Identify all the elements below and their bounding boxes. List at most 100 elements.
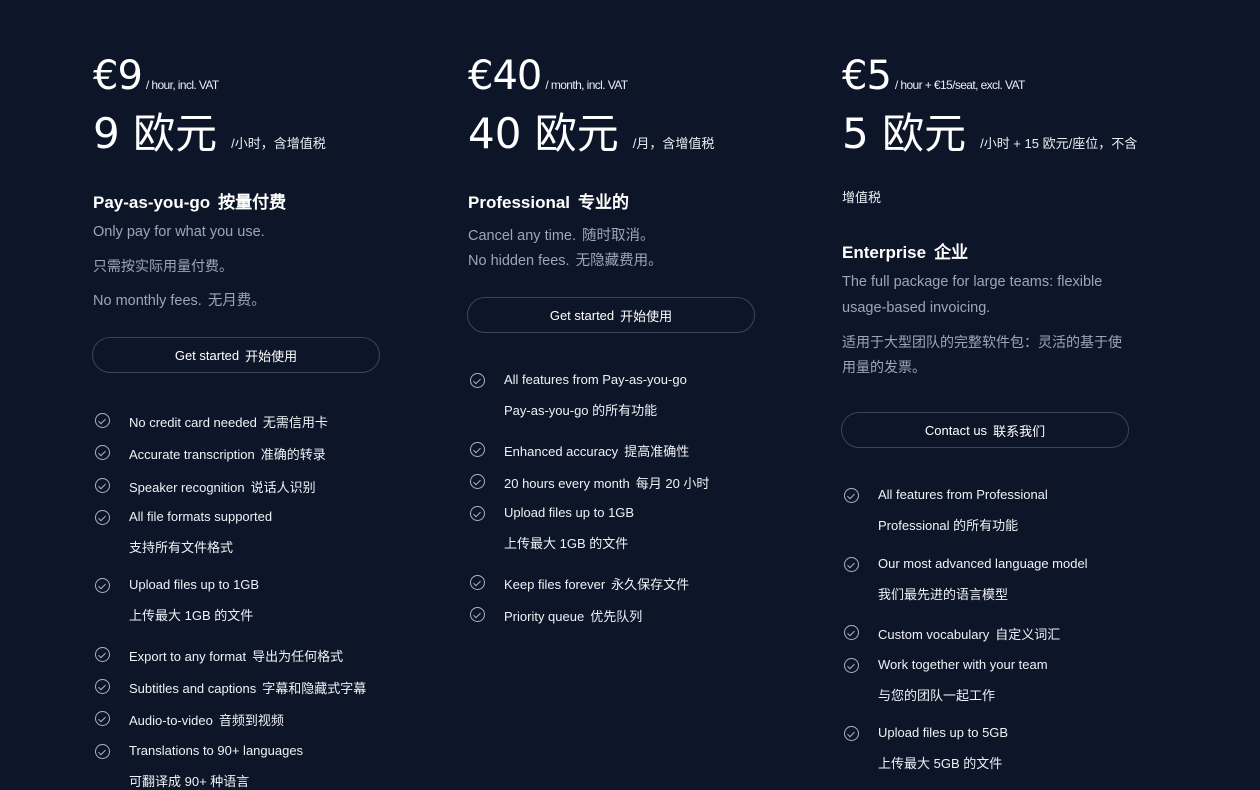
price-unit-zh: /小时 + 15 欧元/座位，不含 xyxy=(980,136,1138,151)
plan-description: No monthly fees. 无月费。 xyxy=(93,289,266,310)
plan-description: No hidden fees. 无隐藏费用。 xyxy=(468,249,663,270)
price-amount-zh: 5 欧元 xyxy=(842,109,967,158)
feature-label: Subtitles and captions xyxy=(129,681,257,696)
feature-label: Keep files forever xyxy=(504,577,606,592)
description-zh: 无隐藏费用。 xyxy=(575,253,663,269)
feature-label-zh: 自定义词汇 xyxy=(995,627,1061,642)
price-line: €40/ month, incl. VAT xyxy=(468,53,628,99)
feature-label-zh: 每月 20 小时 xyxy=(635,476,710,491)
plan-description-zh: 用量的发票。 xyxy=(842,359,926,375)
check-circle-icon xyxy=(470,373,485,388)
description-en: Cancel any time. xyxy=(468,228,576,244)
feature-label-zh: 导出为任何格式 xyxy=(252,649,344,664)
check-circle-icon xyxy=(95,744,110,759)
price-amount-zh: 40 欧元 xyxy=(468,109,619,158)
check-circle-icon xyxy=(470,607,485,622)
feature-label: Our most advanced language model xyxy=(878,556,1088,571)
check-circle-icon xyxy=(95,578,110,593)
feature-label: Speaker recognition xyxy=(129,480,245,495)
check-circle-icon xyxy=(470,442,485,457)
check-circle-icon xyxy=(470,506,485,521)
button-label-zh: 联系我们 xyxy=(993,423,1046,439)
feature-label-zh: 无需信用卡 xyxy=(262,415,328,430)
plan-description: Only pay for what you use. xyxy=(93,224,265,240)
feature-label: Upload files up to 1GB xyxy=(129,577,260,592)
check-circle-icon xyxy=(95,679,110,694)
plan-title-en: Enterprise xyxy=(842,243,927,262)
plan-description: usage-based invoicing. xyxy=(842,300,991,316)
feature-label-zh: 永久保存文件 xyxy=(611,577,690,592)
button-label-en: Get started xyxy=(549,307,615,323)
check-circle-icon xyxy=(470,474,485,489)
plan-title: Professional 专业的 xyxy=(468,188,629,213)
plan-description: Cancel any time. 随时取消。 xyxy=(468,224,655,245)
plan-description-zh: 只需按实际用量付费。 xyxy=(93,258,233,274)
check-circle-icon xyxy=(95,413,110,428)
price-amount-zh: 9 欧元 xyxy=(93,109,218,158)
feature-label: All file formats supported xyxy=(129,509,273,524)
feature-label: Priority queue xyxy=(504,609,585,624)
price-line: €5/ hour + €15/seat, excl. VAT xyxy=(842,56,1025,96)
description-en: No hidden fees. xyxy=(468,253,570,269)
feature-label-zh: 说话人识别 xyxy=(250,480,316,495)
feature-label-zh: 可翻译成 90+ 种语言 xyxy=(129,774,250,789)
plan-title-zh: 专业的 xyxy=(578,193,630,212)
price-line-zh: 9 欧元/小时，含增值税 xyxy=(93,113,326,155)
feature-label-zh: 上传最大 1GB 的文件 xyxy=(129,608,254,623)
feature-label: Upload files up to 1GB xyxy=(504,505,635,520)
feature-label: All features from Professional xyxy=(878,487,1048,502)
feature-label-zh: 我们最先进的语言模型 xyxy=(878,587,1009,602)
feature-label: Export to any format xyxy=(129,649,247,664)
button-label-zh: 开始使用 xyxy=(245,348,298,364)
feature-label-zh: 支持所有文件格式 xyxy=(129,540,234,555)
feature-label: Work together with your team xyxy=(878,657,1048,672)
feature-label-zh: Professional 的所有功能 xyxy=(878,518,1019,533)
feature-label-zh: Pay-as-you-go 的所有功能 xyxy=(504,403,658,418)
description-zh: 无月费。 xyxy=(207,293,266,309)
check-circle-icon xyxy=(95,445,110,460)
plan-title-zh: 按量付费 xyxy=(218,193,287,212)
feature-label: Enhanced accuracy xyxy=(504,444,619,459)
check-circle-icon xyxy=(95,711,110,726)
feature-label: Accurate transcription xyxy=(129,447,255,462)
plan-title-en: Pay-as-you-go xyxy=(93,193,211,212)
feature-label: Upload files up to 5GB xyxy=(878,725,1009,740)
check-circle-icon xyxy=(95,478,110,493)
plan-title-en: Professional xyxy=(468,193,571,212)
plan-title: Pay-as-you-go 按量付费 xyxy=(93,188,286,213)
feature-label: Audio-to-video xyxy=(129,713,213,728)
check-circle-icon xyxy=(470,575,485,590)
plan-title: Enterprise 企业 xyxy=(842,238,968,263)
price-amount: €40 xyxy=(468,53,542,99)
description-zh: 随时取消。 xyxy=(582,228,655,244)
description-en: Only pay for what you use. xyxy=(93,224,265,240)
get-started-button[interactable]: Get started 开始使用 xyxy=(92,337,380,373)
button-label-en: Contact us xyxy=(924,422,988,438)
contact-us-button[interactable]: Contact us 联系我们 xyxy=(841,412,1129,448)
check-circle-icon xyxy=(95,647,110,662)
feature-label-zh: 音频到视频 xyxy=(218,713,284,728)
price-line-zh: 5 欧元/小时 + 15 欧元/座位，不含 xyxy=(842,113,1137,155)
plan-title-zh: 企业 xyxy=(934,243,969,262)
price-amount: €9 xyxy=(93,53,143,99)
feature-label-zh: 上传最大 1GB 的文件 xyxy=(504,536,629,551)
check-circle-icon xyxy=(844,658,859,673)
feature-label-zh: 准确的转录 xyxy=(260,447,326,462)
get-started-button[interactable]: Get started 开始使用 xyxy=(467,297,755,333)
check-circle-icon xyxy=(844,488,859,503)
button-label-zh: 开始使用 xyxy=(620,308,673,324)
check-circle-icon xyxy=(95,510,110,525)
price-unit-zh: /小时，含增值税 xyxy=(231,136,326,151)
check-circle-icon xyxy=(844,625,859,640)
feature-label: All features from Pay-as-you-go xyxy=(504,372,687,387)
price-unit: / hour + €15/seat, excl. VAT xyxy=(894,78,1025,92)
price-amount: €5 xyxy=(842,53,892,99)
price-unit-zh-continued: 增值税 xyxy=(842,190,882,205)
feature-label: 20 hours every month xyxy=(504,476,630,491)
feature-label: No credit card needed xyxy=(129,415,257,430)
price-unit: / hour, incl. VAT xyxy=(145,78,219,92)
price-unit-zh: /月，含增值税 xyxy=(632,136,715,151)
feature-label-zh: 与您的团队一起工作 xyxy=(878,688,996,703)
feature-label: Custom vocabulary xyxy=(878,627,990,642)
feature-label-zh: 上传最大 5GB 的文件 xyxy=(878,756,1003,771)
